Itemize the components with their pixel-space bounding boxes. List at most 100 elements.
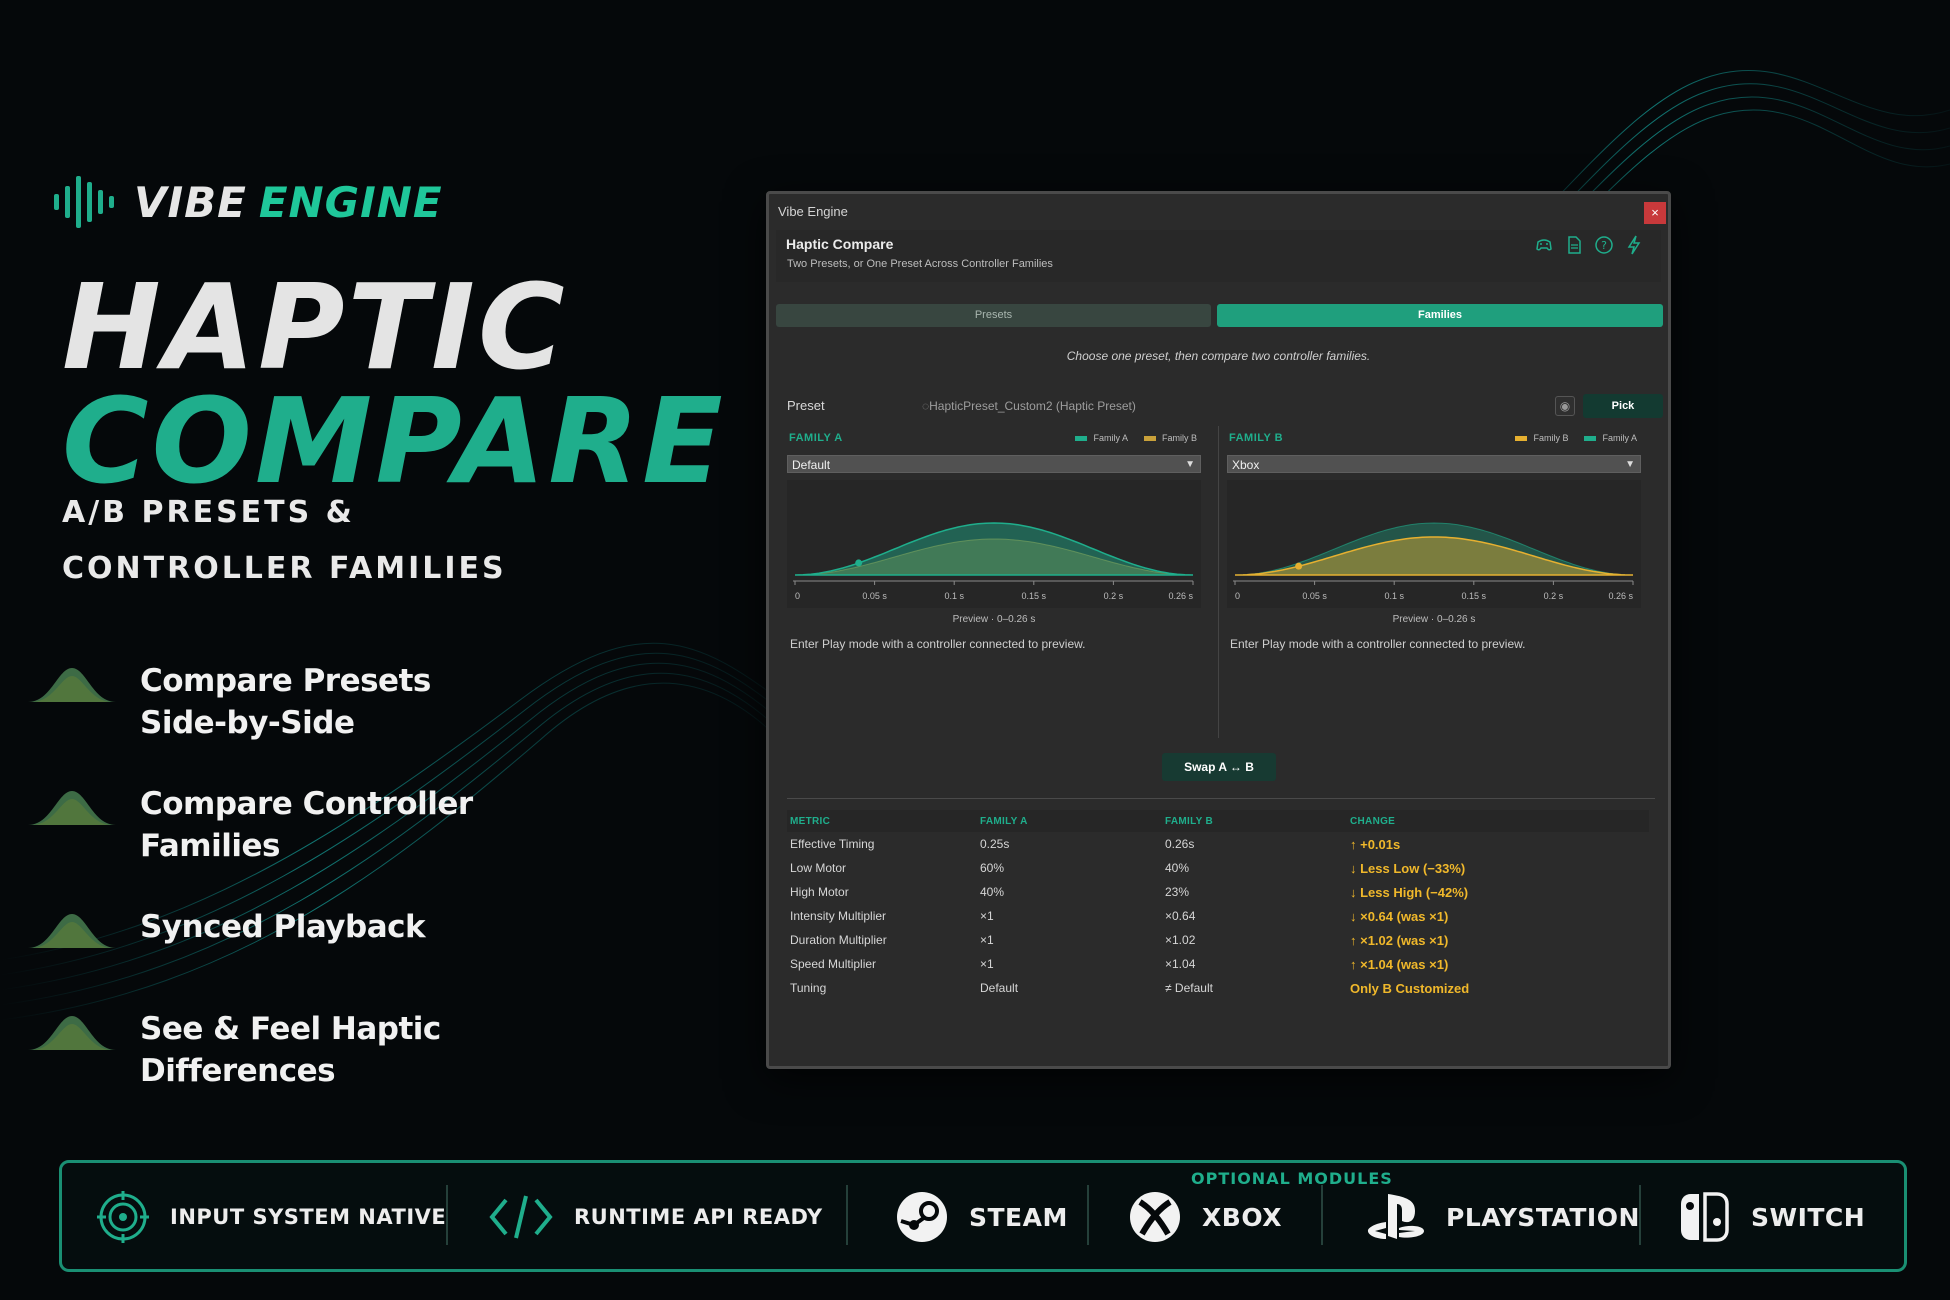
preview-caption: Preview · 0–0.26 s <box>1392 614 1476 625</box>
metric-name: Effective Timing <box>790 837 875 851</box>
badge-label: PLAYSTATION <box>1446 1202 1640 1232</box>
mode-tabs: Presets Families <box>776 304 1666 327</box>
family-a-selected: Default <box>792 458 831 472</box>
metric-value: ×0.64 <box>1165 909 1196 923</box>
tab-families[interactable]: Families <box>1217 304 1663 327</box>
panel-divider <box>1218 426 1219 738</box>
metric-value: 0.25s <box>980 837 1010 851</box>
hero-title-line1: HAPTIC <box>62 258 568 396</box>
preset-label: Preset <box>787 398 825 413</box>
metric-change: ↓ Less High (−42%) <box>1350 884 1469 900</box>
metric-value: ≠ Default <box>1165 981 1213 995</box>
help-icon[interactable]: ? <box>1593 234 1615 256</box>
x-tick-label: 0.26 s <box>1168 591 1193 601</box>
metric-name: High Motor <box>790 885 849 899</box>
chevron-down-icon: ▼ <box>1185 459 1195 470</box>
family-b-dropdown[interactable]: Xbox ▼ <box>1227 455 1641 473</box>
close-button[interactable]: × <box>1644 202 1666 224</box>
preset-value: HapticPreset_Custom2 (Haptic Preset) <box>929 399 1136 413</box>
brand-logo: VIBE ENGINE <box>52 172 443 232</box>
metric-name: Speed Multiplier <box>790 957 877 971</box>
table-row: Tuning Default ≠ Default Only B Customized <box>787 976 1649 1000</box>
swap-button[interactable]: Swap A ↔ B <box>1162 753 1276 781</box>
section-divider <box>787 798 1655 799</box>
x-tick-label: 0 <box>795 591 800 601</box>
object-picker-icon[interactable]: ◉ <box>1555 396 1575 416</box>
steam-icon <box>897 1192 947 1242</box>
metric-change: ↓ Less Low (−33%) <box>1350 860 1466 876</box>
x-tick-label: 0.2 s <box>1544 591 1564 601</box>
feature-line2: Differences <box>140 1053 336 1089</box>
switch-icon <box>1681 1192 1729 1242</box>
table-header-row: METRIC FAMILY A FAMILY B CHANGE <box>787 810 1649 832</box>
lightning-icon[interactable] <box>1623 234 1645 256</box>
feature-item: Compare Controller Families <box>26 783 473 867</box>
optional-modules-label: OPTIONAL MODULES <box>1191 1169 1393 1188</box>
family-b-selected: Xbox <box>1232 458 1260 472</box>
column-header: FAMILY B <box>1162 810 1347 832</box>
chevron-down-icon: ▼ <box>1625 459 1635 470</box>
metric-value: 23% <box>1165 885 1190 899</box>
badge-separator <box>1321 1185 1323 1245</box>
svg-text:?: ? <box>1601 239 1607 252</box>
family-b-waveform-chart: 0 0.05 s 0.1 s 0.15 s 0.2 s 0.26 s <box>1227 480 1641 608</box>
badge-runtime-api: RUNTIME API READY <box>488 1190 823 1244</box>
preset-field-row: Preset ◌HapticPreset_Custom2 (Haptic Pre… <box>787 394 1663 418</box>
metric-value: 40% <box>980 885 1005 899</box>
metric-value: ×1 <box>980 909 994 923</box>
table-row: Intensity Multiplier ×1 ×0.64 ↓ ×0.64 (was … <box>787 904 1649 928</box>
hero-subtitle: A/B PRESETS & CONTROLLER FAMILIES <box>62 485 507 597</box>
panel-title: Haptic Compare <box>786 236 894 252</box>
badge-separator <box>1639 1185 1641 1245</box>
table-row: High Motor 40% 23% ↓ Less High (−42%) <box>787 880 1649 904</box>
table-row: Duration Multiplier ×1 ×1.02 ↑ ×1.02 (was ×… <box>787 928 1649 952</box>
series-area-family-a <box>794 522 1194 576</box>
haptic-hill-icon <box>28 791 116 825</box>
metric-value: Default <box>980 981 1019 995</box>
preview-message: Enter Play mode with a controller connec… <box>1230 637 1526 651</box>
chart-legend: Family A Family B <box>1075 433 1197 443</box>
chart-legend: Family B Family A <box>1515 433 1637 443</box>
document-icon[interactable] <box>1563 234 1585 256</box>
waveform-logo-icon <box>54 176 114 228</box>
x-tick-label: 0.05 s <box>862 591 887 601</box>
window-titlebar[interactable]: Vibe Engine × <box>769 194 1668 228</box>
feature-line2: Side-by-Side <box>140 705 355 741</box>
tab-presets[interactable]: Presets <box>776 304 1211 327</box>
badge-input-system: INPUT SYSTEM NATIVE <box>96 1190 446 1244</box>
legend-label: Family B <box>1161 433 1197 443</box>
table-row: Effective Timing 0.25s 0.26s ↑ +0.01s <box>787 832 1649 856</box>
badge-separator <box>446 1185 448 1245</box>
x-tick-label: 0 <box>1235 591 1240 601</box>
brand-word-vibe: VIBE <box>134 177 247 227</box>
metric-value: ×1 <box>980 933 994 947</box>
metric-change: Only B Customized <box>1350 980 1470 996</box>
controller-icon[interactable] <box>1533 234 1555 256</box>
window-title: Vibe Engine <box>778 203 848 219</box>
playhead-marker <box>1295 562 1303 570</box>
badge-label: RUNTIME API READY <box>574 1205 823 1229</box>
haptic-compare-window: Vibe Engine × Haptic Compare Two Presets… <box>766 191 1671 1069</box>
brand-wordmark: VIBE ENGINE <box>134 178 443 227</box>
metric-value: ×1.02 <box>1165 933 1196 947</box>
preset-object-field[interactable]: ◌HapticPreset_Custom2 (Haptic Preset) <box>922 399 1136 413</box>
pick-button[interactable]: Pick <box>1583 394 1663 418</box>
badge-label: XBOX <box>1202 1202 1282 1232</box>
brand-word-engine: ENGINE <box>258 177 443 227</box>
feature-item: Compare Presets Side-by-Side <box>26 660 431 744</box>
panel-subtitle: Two Presets, or One Preset Across Contro… <box>787 258 1053 270</box>
feature-line2: Families <box>140 828 280 864</box>
badge-label: STEAM <box>969 1202 1068 1232</box>
target-icon <box>97 1191 149 1243</box>
hero-title-line2: COMPARE <box>62 372 726 510</box>
x-tick-label: 0.1 s <box>944 591 964 601</box>
legend-label: Family B <box>1533 433 1569 443</box>
haptic-hill-icon <box>28 1016 116 1050</box>
preview-message: Enter Play mode with a controller connec… <box>790 637 1086 651</box>
badge-steam: STEAM <box>895 1190 1068 1244</box>
legend-item: Family B <box>1515 433 1568 443</box>
metric-value: ×1 <box>980 957 994 971</box>
preview-caption: Preview · 0–0.26 s <box>952 614 1036 625</box>
legend-label: Family A <box>1602 433 1637 443</box>
family-a-dropdown[interactable]: Default ▼ <box>787 455 1201 473</box>
